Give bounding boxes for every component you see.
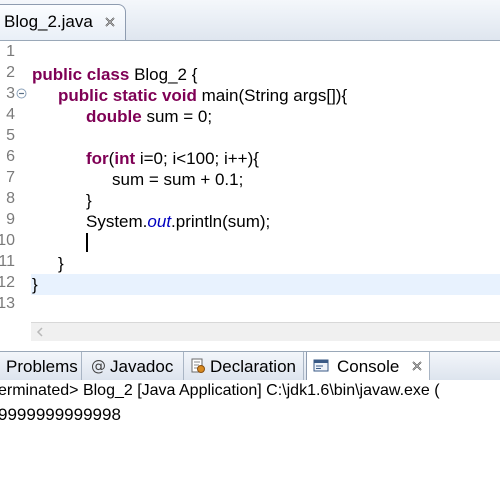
tab-label: Javadoc [110,357,174,376]
tab-label: Declaration [210,357,296,376]
code-line: double sum = 0; [86,107,213,126]
tab-javadoc[interactable]: @ Javadoc [84,352,184,380]
line-number: 4 [6,106,15,123]
line-number: 9 [6,211,15,228]
line-number: 11 [0,253,15,270]
line-number: 5 [6,127,15,144]
code-line: sum = sum + 0.1; [112,170,244,189]
editor-tab-bar: Blog_2.java [0,0,500,41]
declaration-icon [191,358,205,373]
line-number: 12 [0,274,15,291]
close-x-icon[interactable] [411,360,423,372]
line-number: 10 [0,232,15,249]
line-number: 13 [0,295,15,312]
code-line: } [32,275,38,294]
svg-text:@: @ [91,358,106,374]
line-number: 6 [6,148,15,165]
code-line: System.out.println(sum); [86,212,271,231]
line-number: 1 [6,43,15,60]
console-view[interactable]: erminated> Blog_2 [Java Application] C:\… [0,380,500,500]
console-process-label: erminated> Blog_2 [Java Application] C:\… [0,382,440,399]
code-line: public class Blog_2 { [32,65,198,84]
collapse-minus-icon[interactable] [16,88,27,99]
code-line: for(int i=0; i<100; i++){ [86,149,259,168]
editor-tab-label: Blog_2.java [4,12,93,31]
line-number: 7 [6,169,15,186]
tab-console[interactable]: Console [306,352,430,380]
close-x-icon[interactable] [104,16,116,28]
scroll-left-arrow-icon[interactable] [33,325,47,339]
tab-declaration[interactable]: Declaration [186,352,304,380]
line-number: 2 [6,64,15,81]
console-icon [313,359,329,372]
line-number: 8 [6,190,15,207]
current-line-highlight [31,274,500,295]
text-caret [86,233,88,252]
tab-problems[interactable]: Problems [0,352,82,380]
tab-label: Problems [6,357,78,376]
console-output: 9999999999998 [0,405,121,424]
code-line: public static void main(String args[]){ [58,86,348,105]
at-sign-icon: @ [91,358,106,374]
horizontal-scrollbar[interactable] [31,322,500,341]
code-line: } [86,191,92,210]
editor-tab-blog2[interactable]: Blog_2.java [0,4,126,40]
code-editor[interactable]: 1 2 3 4 5 6 7 8 9 10 11 12 13 public cla… [0,41,500,320]
tab-label: Console [337,357,400,376]
code-line: } [58,254,64,273]
view-tab-bar: Problems @ Javadoc Declaration Console [0,351,500,381]
